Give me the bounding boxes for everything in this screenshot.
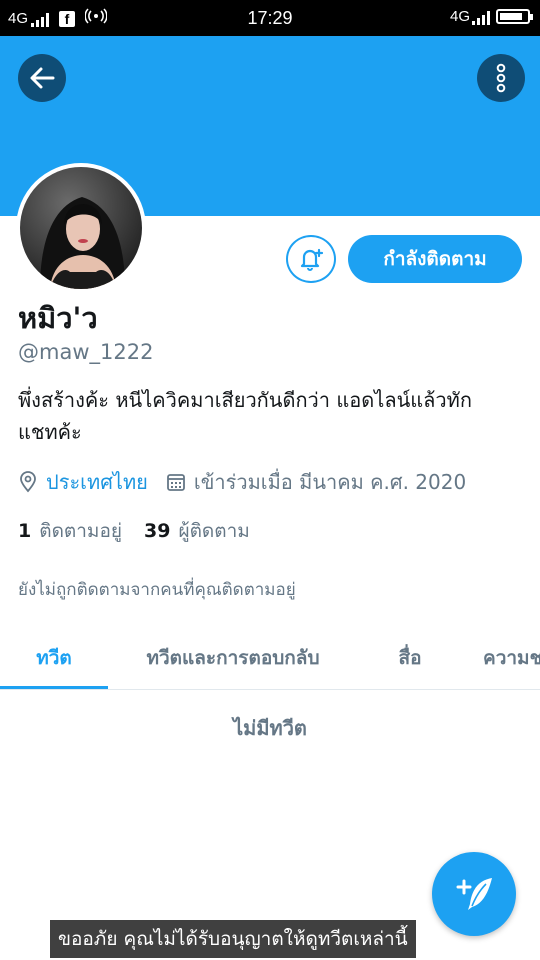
tab-tweets-and-replies[interactable]: ทวีตและการตอบกลับ (108, 627, 358, 689)
followers-count-link[interactable]: 39 ผู้ติดตาม (144, 516, 250, 546)
status-bar: 4G f 17:29 4G (0, 0, 540, 36)
more-vertical-icon (496, 63, 506, 93)
following-label: ติดตามอยู่ (39, 520, 122, 542)
profile-bio: พึ่งสร้างค้ะ หนีไควิคมาเสียวกันดีกว่า แอ… (18, 388, 472, 444)
battery-icon (496, 9, 533, 24)
avatar-photo (20, 167, 142, 289)
profile-location: ประเทศไทย (46, 470, 148, 494)
followers-count: 39 (144, 520, 171, 542)
tab-media[interactable]: สื่อ (358, 627, 462, 689)
network-indicator-right: 4G (450, 8, 490, 25)
profile-name: หมิว'ว (18, 301, 98, 335)
permission-toast: ขออภัย คุณไม่ได้รับอนุญาตให้ดูทวีตเหล่าน… (50, 920, 416, 958)
following-count-link[interactable]: 1 ติดตามอยู่ (18, 516, 122, 546)
following-button[interactable]: กำลังติดตาม (348, 235, 522, 283)
not-followed-note: ยังไม่ถูกติดตามจากคนที่คุณติดตามอยู่ (18, 580, 296, 600)
compose-tweet-button[interactable] (432, 852, 516, 936)
empty-state-message: ไม่มีทวีต (233, 716, 307, 740)
calendar-icon (166, 474, 185, 491)
location-pin-icon (20, 471, 36, 493)
profile-handle: @maw_1222 (18, 340, 154, 364)
avatar[interactable] (16, 163, 146, 293)
arrow-left-icon (30, 67, 55, 89)
followers-label: ผู้ติดตาม (178, 520, 250, 542)
more-options-button[interactable] (477, 54, 525, 102)
bell-plus-icon (300, 248, 324, 271)
profile-joined-date: เข้าร่วมเมื่อ มีนาคม ค.ศ. 2020 (193, 470, 467, 494)
compose-tweet-icon (456, 878, 492, 910)
follow-counts: 1 ติดตามอยู่ 39 ผู้ติดตาม (18, 516, 272, 546)
signal-icon (472, 11, 490, 25)
tab-likes[interactable]: ความชอบ (462, 627, 540, 689)
notifications-toggle-button[interactable] (286, 235, 336, 283)
following-count: 1 (18, 520, 32, 542)
back-button[interactable] (18, 54, 66, 102)
tab-tweets[interactable]: ทวีต (0, 627, 108, 689)
profile-tabs: ทวีต ทวีตและการตอบกลับ สื่อ ความชอบ (0, 627, 540, 690)
profile-meta: ประเทศไทย เข้าร่วมเมื่อ มีนาคม ค.ศ. 2020 (18, 466, 466, 498)
